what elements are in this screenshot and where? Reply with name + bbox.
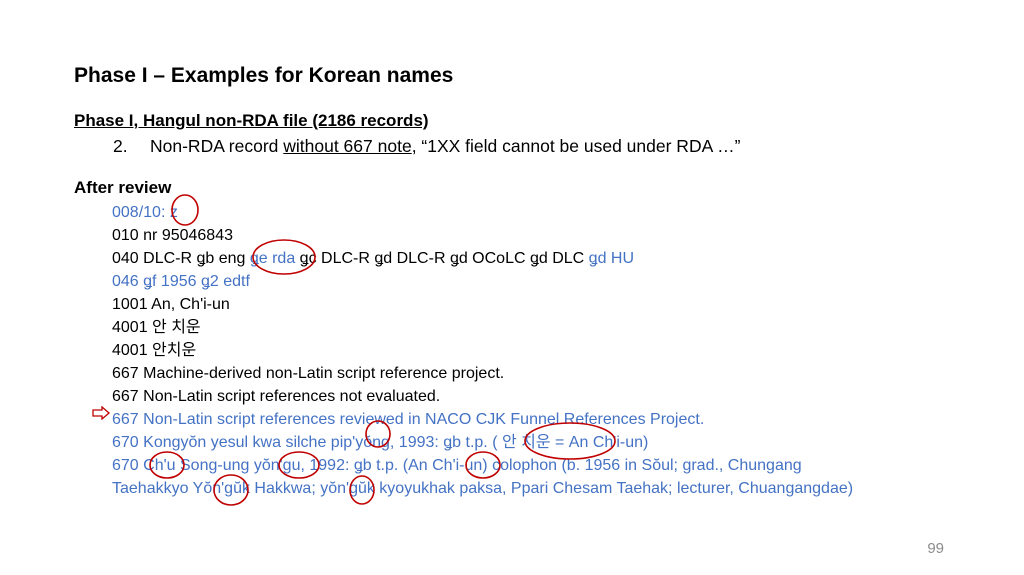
page-number: 99 [927,540,944,557]
record-line-046: 046 ǥf 1956 ǥ2 edtf [112,273,250,290]
record-line-667-a: 667 Machine-derived non-Latin script ref… [112,365,505,382]
slide: Phase I – Examples for Korean names Phas… [0,0,1024,575]
record-line-010: 010 nr 95046843 [112,227,233,244]
record-line-040: 040 DLC-R ǥb eng ǥe rda ǥc DLC-R ǥd DLC-… [112,247,853,270]
record-line-040-rda: ǥe rda [249,250,296,267]
record-line-670-b-cont: Taehakkyo Yŏn'gŭk Hakkwa; yŏn'gŭk kyoyuk… [112,480,854,497]
record-line-040-part1: 040 DLC-R ǥb eng [112,250,250,267]
marc-record: 008/10: z 010 nr 95046843 040 DLC-R ǥb e… [112,201,853,500]
record-line-1001: 1001 An, Ch'i-un [112,296,230,313]
record-line-4001-a: 4001 안 치운 [112,319,201,336]
subheading: Phase I, Hangul non-RDA file (2186 recor… [74,111,429,130]
item-number: 2. [113,136,128,156]
record-line-008: 008/10: z [112,204,178,221]
right-arrow-icon [92,406,110,420]
item-text-before: Non-RDA record [150,136,284,156]
item-text-after: , “1XX field cannot be used under RDA …” [411,136,741,156]
record-line-667-c: 667 Non-Latin script references reviewed… [112,411,705,428]
item-underlined-text: without 667 note [283,136,412,156]
record-line-040-part3: ǥc DLC-R ǥd DLC-R ǥd OCoLC ǥd DLC [295,250,589,267]
record-line-670-b: 670 Ch'u Song-ung yŏn'gu, 1992: ǥb t.p. … [112,457,802,474]
record-line-667-b: 667 Non-Latin script references not eval… [112,388,441,405]
record-line-040-hu: ǥd HU [588,250,635,267]
record-line-4001-b: 4001 안치운 [112,342,197,359]
slide-title: Phase I – Examples for Korean names [74,64,454,87]
after-review-label: After review [74,178,172,197]
numbered-item: 2. Non-RDA record without 667 note, “1XX … [113,136,740,157]
record-line-670-a: 670 Kongyŏn yesul kwa silche pip'yŏng, 1… [112,434,649,451]
